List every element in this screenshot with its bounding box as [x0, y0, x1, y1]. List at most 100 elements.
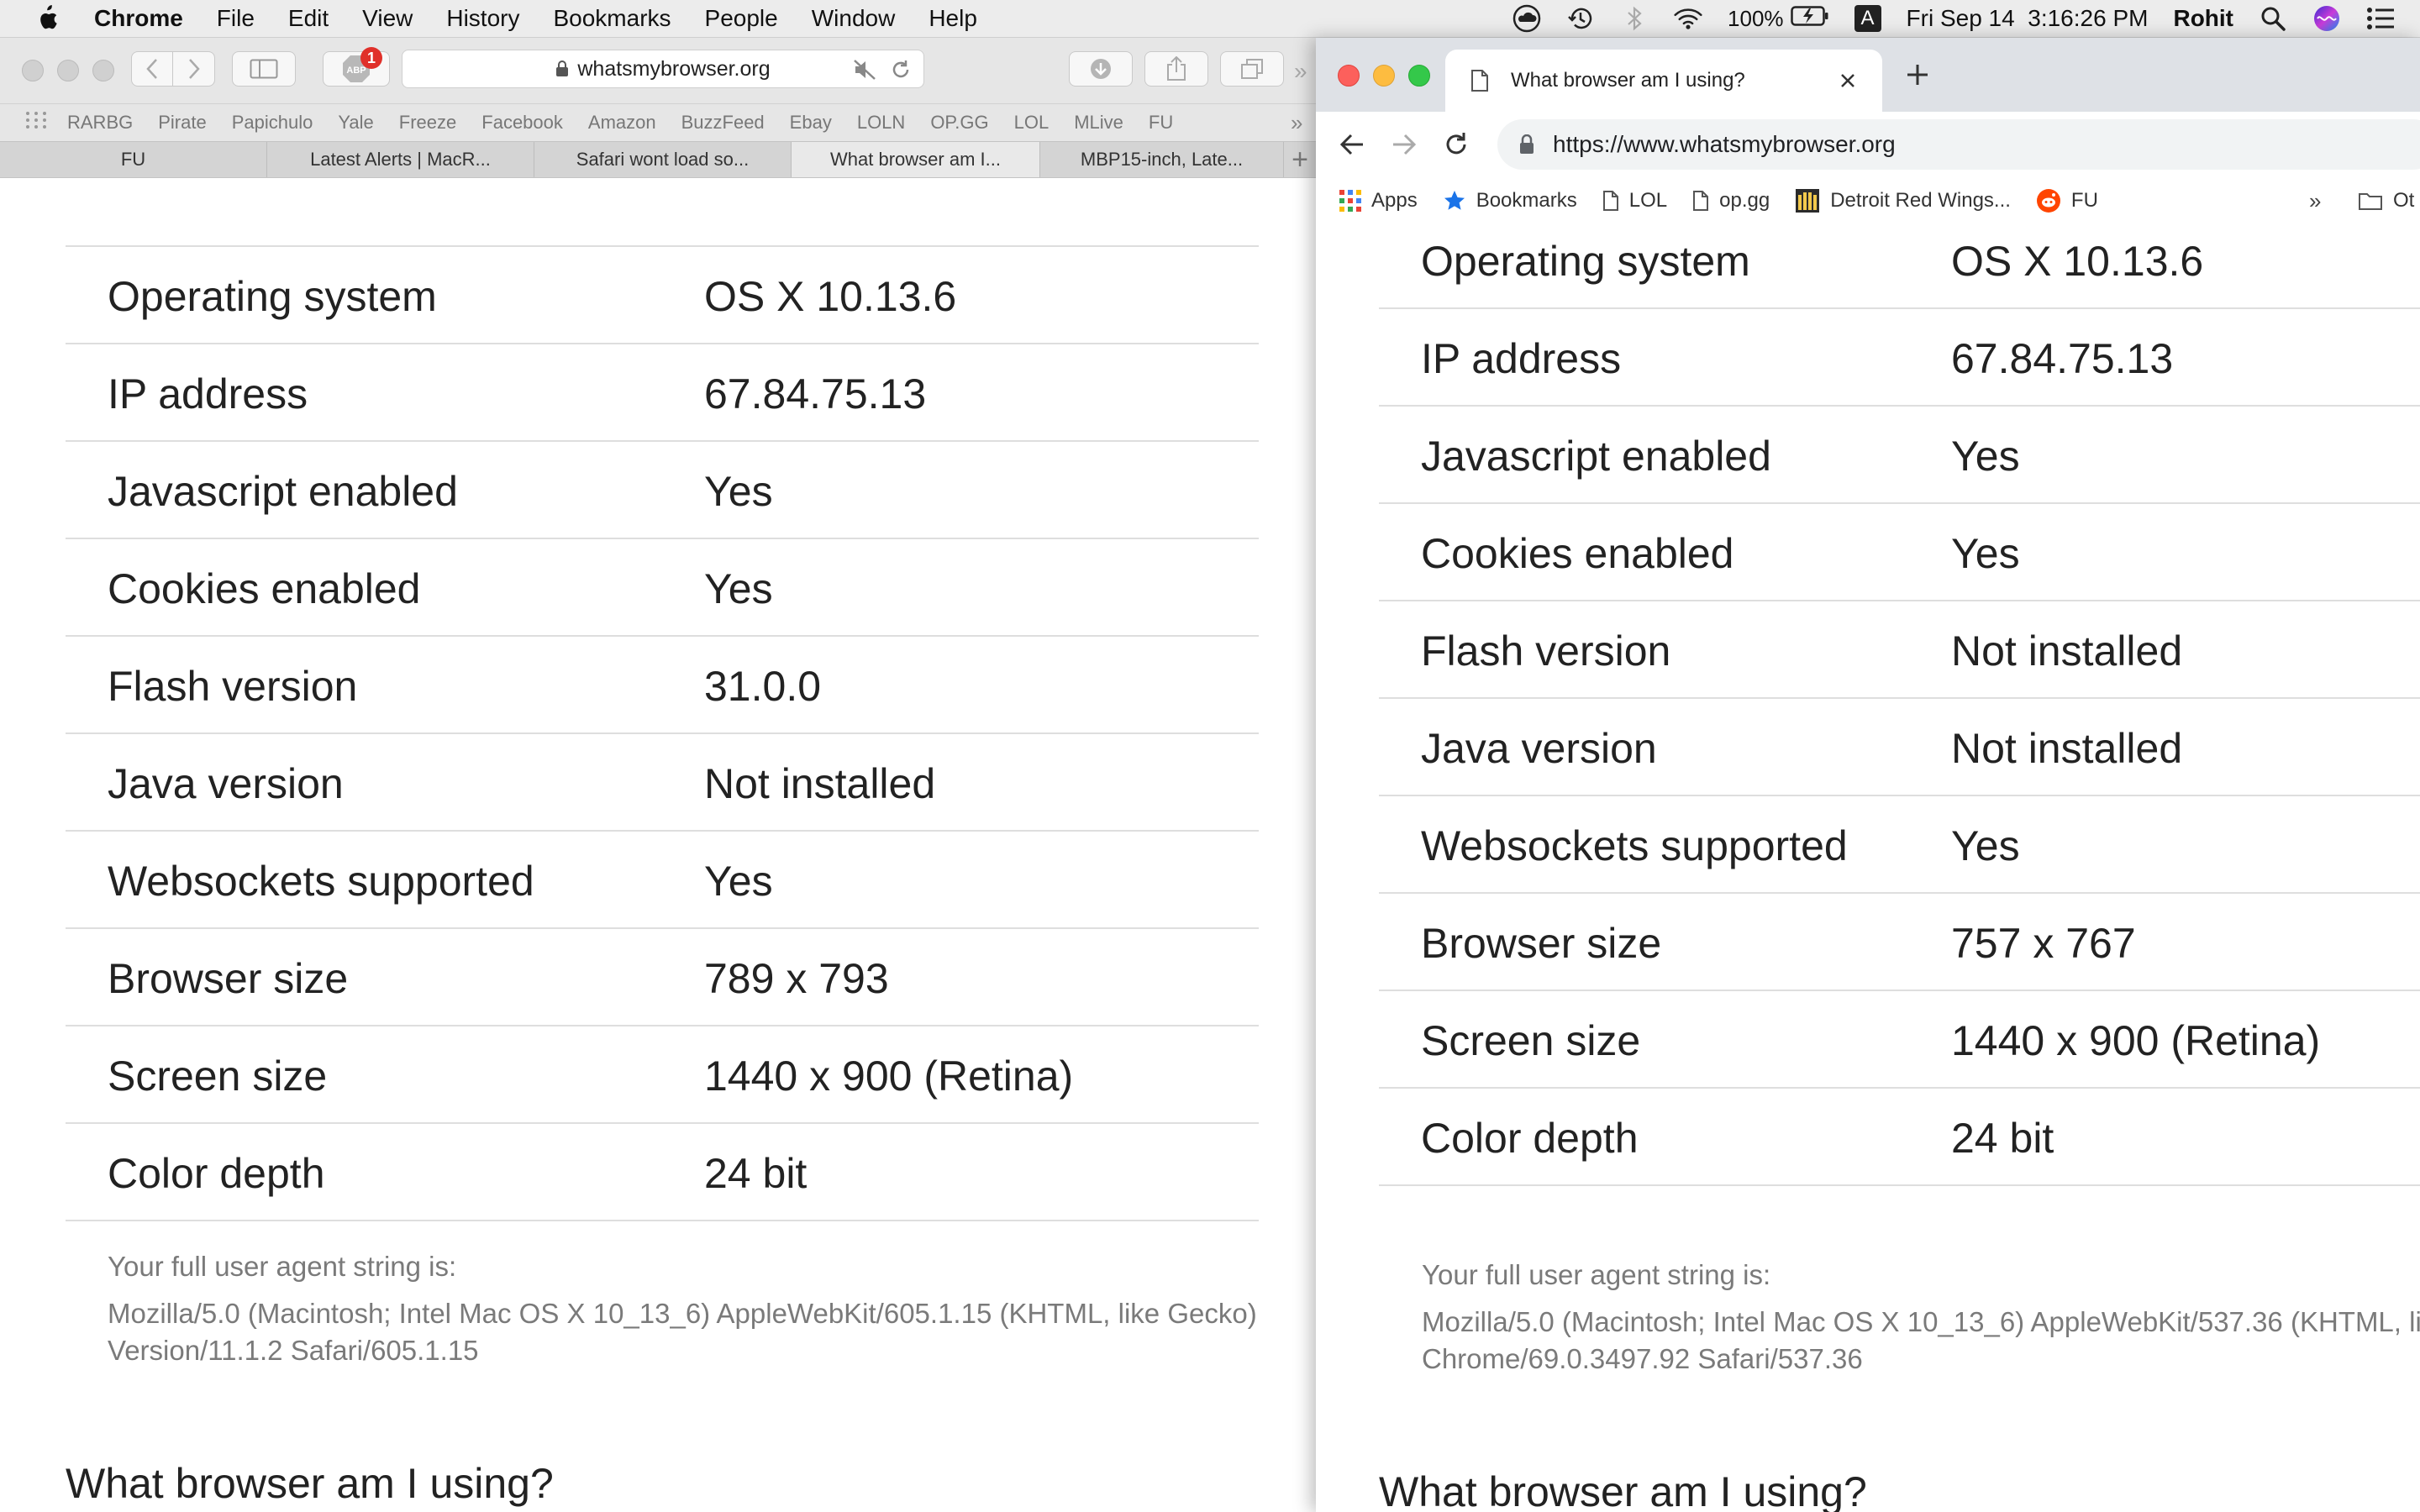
wifi-icon[interactable] [1674, 4, 1702, 33]
favorites-overflow-icon[interactable]: » [1291, 110, 1302, 136]
bookmark-other-folder[interactable]: Ot [2358, 189, 2414, 213]
safari-new-tab-button[interactable]: + [1284, 142, 1316, 177]
favorite-pirate[interactable]: Pirate [158, 112, 206, 134]
info-label: IP address [108, 370, 308, 417]
safari-tab[interactable]: Safari wont load so... [534, 142, 792, 177]
menu-window[interactable]: Window [812, 5, 896, 32]
favorite-freeze[interactable]: Freeze [399, 112, 456, 134]
safari-tab-active[interactable]: What browser am I... [792, 142, 1040, 177]
chrome-omnibox[interactable]: https://www.whatsmybrowser.org [1497, 119, 2420, 170]
secure-lock-icon[interactable] [1519, 134, 1534, 155]
bookmark-bookmarks[interactable]: Bookmarks [1443, 189, 1577, 213]
info-label: Flash version [1421, 627, 1671, 675]
info-table-row: Operating system OS X 10.13.6 [66, 247, 1259, 344]
chrome-tab-active[interactable]: What browser am I using? [1445, 50, 1882, 112]
input-source-indicator[interactable]: A [1854, 5, 1881, 32]
safari-window-controls [22, 60, 128, 81]
favorite-yale[interactable]: Yale [338, 112, 373, 134]
safari-sidebar-button[interactable] [232, 51, 296, 87]
favorite-fu[interactable]: FU [1149, 112, 1173, 134]
chrome-zoom-button[interactable] [1408, 65, 1430, 87]
favorite-amazon[interactable]: Amazon [588, 112, 656, 134]
safari-tab[interactable]: FU [0, 142, 267, 177]
safari-tab-overview-button[interactable] [1220, 51, 1284, 87]
ua-string-line: Mozilla/5.0 (Macintosh; Intel Mac OS X 1… [1422, 1306, 2420, 1337]
info-table-row: IP address 67.84.75.13 [1379, 309, 2420, 407]
bookmark-apps[interactable]: Apps [1339, 189, 1418, 213]
favorite-papichulo[interactable]: Papichulo [232, 112, 313, 134]
info-table-row: Java version Not installed [1379, 699, 2420, 796]
safari-downloads-button[interactable] [1069, 51, 1133, 87]
siri-icon[interactable] [2312, 4, 2341, 33]
favorite-buzzfeed[interactable]: BuzzFeed [681, 112, 765, 134]
red-wings-site-icon [1795, 188, 1820, 213]
bookmark-fu[interactable]: FU [2036, 188, 2098, 213]
safari-zoom-button[interactable] [92, 60, 114, 81]
mute-tab-icon[interactable] [853, 59, 876, 87]
menu-edit[interactable]: Edit [288, 5, 329, 32]
safari-share-button[interactable] [1144, 51, 1208, 87]
favorite-ebay[interactable]: Ebay [790, 112, 832, 134]
adblock-extension-button[interactable]: ABP 1 [323, 47, 390, 87]
bookmark-lol[interactable]: LOL [1602, 189, 1667, 213]
safari-back-button[interactable] [131, 51, 173, 87]
favorite-lol[interactable]: LOL [1014, 112, 1050, 134]
safari-tab[interactable]: Latest Alerts | MacR... [267, 142, 534, 177]
chrome-close-button[interactable] [1338, 65, 1360, 87]
chrome-new-tab-button[interactable] [1904, 61, 1931, 92]
safari-close-button[interactable] [22, 60, 44, 81]
safari-address-bar[interactable]: whatsmybrowser.org [402, 50, 924, 88]
spotlight-search-icon[interactable] [2259, 4, 2287, 33]
bookmarks-overflow-icon[interactable]: » [2309, 188, 2321, 214]
chrome-minimize-button[interactable] [1373, 65, 1395, 87]
chrome-page-content: Operating system OS X 10.13.6 IP address 67… [1316, 224, 2420, 1512]
menu-view[interactable]: View [362, 5, 413, 32]
cloud-sync-icon[interactable] [1512, 4, 1541, 33]
favorite-mlive[interactable]: MLive [1074, 112, 1123, 134]
menu-file[interactable]: File [217, 5, 255, 32]
bookmark-label: LOL [1628, 189, 1668, 212]
safari-tab[interactable]: MBP15-inch, Late... [1040, 142, 1284, 177]
time-machine-icon[interactable] [1566, 4, 1595, 33]
battery-charging-icon[interactable] [1790, 5, 1829, 33]
menu-people[interactable]: People [705, 5, 778, 32]
menu-history[interactable]: History [446, 5, 519, 32]
favorite-rarbg[interactable]: RARBG [67, 112, 133, 134]
close-tab-icon[interactable] [1839, 71, 1857, 90]
bookmark-detroit-red-wings[interactable]: Detroit Red Wings... [1795, 188, 2011, 213]
chrome-window: What browser am I using? https://www.wha… [1316, 38, 2420, 1512]
info-label: Javascript enabled [108, 468, 458, 515]
chrome-back-icon[interactable] [1338, 130, 1366, 159]
page-heading: What browser am I using? [66, 1460, 554, 1507]
top-sites-grid-icon[interactable] [25, 111, 47, 134]
safari-toolbar: ABP 1 whatsmybrowser.org » [0, 38, 1316, 104]
ua-string-line: Version/11.1.2 Safari/605.1.15 [108, 1335, 479, 1366]
menu-help[interactable]: Help [929, 5, 977, 32]
safari-minimize-button[interactable] [57, 60, 79, 81]
menu-app-name[interactable]: Chrome [94, 5, 183, 32]
bookmark-opgg[interactable]: op.gg [1692, 189, 1770, 213]
favorite-opgg[interactable]: OP.GG [930, 112, 988, 134]
menu-bookmarks[interactable]: Bookmarks [553, 5, 671, 32]
safari-toolbar-overflow-icon[interactable]: » [1294, 58, 1307, 85]
favorite-loln[interactable]: LOLN [857, 112, 905, 134]
info-label: Javascript enabled [1421, 433, 1771, 480]
notification-center-icon[interactable] [2366, 4, 2395, 33]
chrome-reload-icon[interactable] [1442, 130, 1470, 159]
favorite-facebook[interactable]: Facebook [481, 112, 563, 134]
adblock-badge: 1 [360, 47, 382, 69]
info-table-row: Flash version 31.0.0 [66, 637, 1259, 734]
info-label: Browser size [108, 955, 349, 1002]
apple-menu-icon[interactable] [34, 0, 66, 37]
ua-string: Mozilla/5.0 (Macintosh; Intel Mac OS X 1… [1422, 1304, 2420, 1378]
ua-string-line: Mozilla/5.0 (Macintosh; Intel Mac OS X 1… [108, 1298, 1257, 1329]
bluetooth-icon[interactable] [1620, 4, 1649, 33]
info-table-row: Color depth 24 bit [66, 1124, 1259, 1221]
user-name[interactable]: Rohit [2173, 5, 2233, 32]
clock[interactable]: Fri Sep 14 3:16:26 PM [1907, 5, 2149, 32]
reload-icon[interactable] [890, 59, 912, 87]
chrome-forward-icon[interactable] [1390, 130, 1418, 159]
ua-label: Your full user agent string is: [1422, 1259, 1771, 1290]
ua-label: Your full user agent string is: [108, 1251, 457, 1282]
safari-forward-button[interactable] [173, 51, 215, 87]
